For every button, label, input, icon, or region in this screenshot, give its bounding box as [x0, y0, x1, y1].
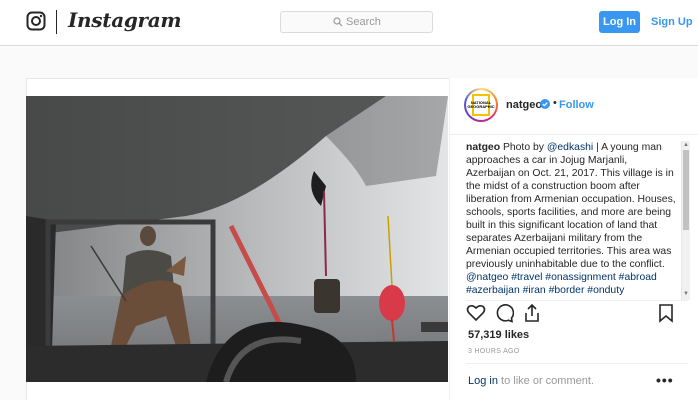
follow-button[interactable]: Follow — [559, 99, 594, 111]
photo-illustration — [26, 96, 448, 382]
bookmark-icon[interactable] — [656, 303, 676, 323]
post-caption: natgeo Photo by @edkashi | A young man a… — [466, 141, 678, 299]
heart-icon[interactable] — [466, 303, 486, 323]
verified-badge-icon — [540, 99, 550, 109]
comment-prompt: Log in to like or comment. — [468, 375, 594, 387]
post-timestamp[interactable]: 3 HOURS AGO — [468, 348, 520, 355]
like-count[interactable]: 57,319 likes — [468, 329, 529, 341]
divider — [466, 363, 688, 364]
top-nav: Instagram Log In Sign Up — [0, 0, 698, 46]
comment-icon[interactable] — [494, 303, 514, 323]
caption-mention[interactable]: @edkashi — [547, 142, 593, 153]
instagram-glyph-icon[interactable] — [26, 11, 46, 31]
natgeo-logo: NATIONAL GEOGRAPHIC — [467, 94, 495, 116]
scroll-thumb[interactable] — [683, 150, 689, 230]
login-button[interactable]: Log In — [599, 11, 640, 33]
caption-text: | A young man approaches a car in Jojug … — [466, 142, 676, 270]
instagram-wordmark[interactable]: Instagram — [68, 8, 182, 32]
divider — [466, 300, 688, 301]
avatar-inner: NATIONAL GEOGRAPHIC — [466, 90, 496, 120]
share-icon[interactable] — [522, 303, 542, 323]
caption-mention[interactable]: @natgeo — [466, 272, 508, 283]
post-username[interactable]: natgeo — [506, 99, 542, 111]
comment-prompt-text: to like or comment. — [497, 375, 594, 387]
post-photo[interactable] — [26, 96, 448, 382]
search-input[interactable] — [281, 12, 432, 32]
post-header: NATIONAL GEOGRAPHIC natgeo • Follow — [450, 78, 698, 135]
header-divider — [56, 10, 57, 34]
search-box[interactable] — [280, 11, 433, 33]
post-sidebar: NATIONAL GEOGRAPHIC natgeo • Follow natg… — [449, 78, 698, 400]
caption-username[interactable]: natgeo — [466, 142, 500, 153]
more-options-icon[interactable]: ••• — [656, 372, 674, 388]
caption-scrollbar[interactable]: ▲ ▼ — [681, 141, 690, 300]
scroll-down-arrow-icon[interactable]: ▼ — [683, 291, 689, 297]
separator-dot: • — [553, 97, 557, 109]
login-link[interactable]: Log in — [468, 375, 498, 387]
signup-link[interactable]: Sign Up — [651, 11, 693, 33]
avatar[interactable]: NATIONAL GEOGRAPHIC — [464, 88, 498, 122]
caption-text: Photo by — [500, 142, 547, 153]
scroll-up-arrow-icon[interactable]: ▲ — [683, 142, 689, 148]
